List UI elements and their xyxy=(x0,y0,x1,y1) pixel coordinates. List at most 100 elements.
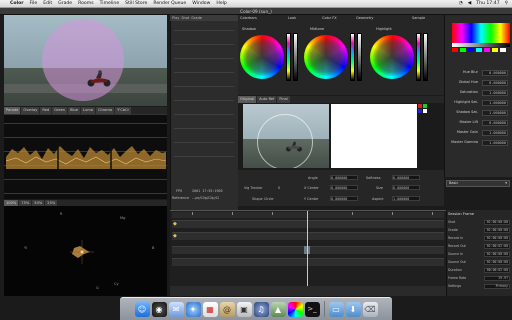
spotlight-icon[interactable]: ⚲ xyxy=(505,1,508,6)
shadow-luma-slider[interactable] xyxy=(293,33,298,81)
downloads-icon[interactable]: ⬇ xyxy=(345,301,361,317)
tab-colorbars[interactable]: Colorbars xyxy=(240,16,257,20)
tab-grade[interactable]: Grade xyxy=(191,15,202,21)
menu-grade[interactable]: Grade xyxy=(58,1,72,6)
softness-field[interactable]: 0.000000 xyxy=(392,175,420,180)
tab-green[interactable]: Green xyxy=(52,107,68,114)
menu-timeline[interactable]: Timeline xyxy=(100,1,120,6)
saturation-field[interactable]: 1.000000 xyxy=(482,90,508,96)
swatch-magenta[interactable] xyxy=(484,48,490,52)
tab-sample[interactable]: Sample xyxy=(412,16,425,20)
chip-red[interactable] xyxy=(418,104,422,108)
dashboard-icon[interactable]: ◉ xyxy=(151,301,167,317)
tab-luma[interactable]: Luma xyxy=(81,107,95,114)
y-center-field[interactable]: 0.000000 xyxy=(330,196,358,201)
aspect-field[interactable]: 1.000000 xyxy=(392,196,420,201)
size-field[interactable]: 0.000000 xyxy=(392,185,420,190)
terminal-icon[interactable]: >_ xyxy=(304,301,320,317)
shadow-hue-slider[interactable] xyxy=(286,33,291,81)
folder-icon[interactable]: ▭ xyxy=(328,301,344,317)
menu-help[interactable]: Help xyxy=(216,1,226,6)
shadow-color-wheel[interactable] xyxy=(240,35,284,79)
swatch-cyan[interactable] xyxy=(476,48,482,52)
x-center-field[interactable]: 0.000000 xyxy=(330,185,358,190)
tab-overlay[interactable]: Overlay xyxy=(21,107,40,114)
tab-shot[interactable]: Shot xyxy=(181,15,189,21)
chip-white[interactable] xyxy=(423,109,427,113)
tab-play[interactable]: Play xyxy=(172,15,179,21)
track-lock-icon[interactable]: ◆ xyxy=(173,221,177,227)
tab-final[interactable]: Final xyxy=(277,96,290,103)
swatch-white[interactable] xyxy=(500,48,506,52)
color-app-icon[interactable] xyxy=(287,301,303,317)
swatch-green[interactable] xyxy=(460,48,466,52)
iphoto-icon[interactable]: ▲ xyxy=(270,301,286,317)
master-gamma-field[interactable]: 1.000000 xyxy=(482,140,508,146)
finder-icon[interactable]: ☺ xyxy=(134,301,150,317)
swatch-red[interactable] xyxy=(452,48,458,52)
highlight-hue-slider[interactable] xyxy=(416,33,421,81)
tab-chroma[interactable]: Chroma xyxy=(95,107,115,114)
luma-palette[interactable] xyxy=(452,43,510,47)
track-visibility-icon[interactable]: ◆ xyxy=(173,233,177,239)
shadow-sat-field[interactable]: 1.000000 xyxy=(482,110,508,116)
menu-edit[interactable]: Edit xyxy=(43,1,52,6)
timeline-scrollbar[interactable] xyxy=(170,286,446,296)
mail-icon[interactable]: ✉ xyxy=(168,301,184,317)
swatch-blue[interactable] xyxy=(468,48,474,52)
vignette-preview[interactable] xyxy=(243,104,329,168)
menu-rooms[interactable]: Rooms xyxy=(78,1,93,6)
menu-render-queue[interactable]: Render Queue xyxy=(153,1,186,6)
tab-color-fx[interactable]: Color FX xyxy=(322,16,337,20)
clock[interactable]: Thu 17:47 xyxy=(476,1,499,6)
hue-blur-field[interactable]: 0.000000 xyxy=(482,70,508,76)
safari-icon[interactable]: ✦ xyxy=(185,301,201,317)
tracker-value[interactable]: 0 xyxy=(278,186,280,190)
tab-geometry[interactable]: Geometry xyxy=(356,16,373,20)
preview-tabs: Original Auto Ref Final xyxy=(238,96,444,103)
ical-icon[interactable]: ▦ xyxy=(202,301,218,317)
address-book-icon[interactable]: @ xyxy=(219,301,235,317)
tab-parade[interactable]: Parade xyxy=(4,107,21,114)
vignette-overlay[interactable] xyxy=(42,19,124,101)
menu-app-name[interactable]: Color xyxy=(10,1,24,6)
reference-field[interactable]: ...pe/Clip/Clip/Cl xyxy=(192,196,219,200)
menu-window[interactable]: Window xyxy=(192,1,210,6)
timecode-field[interactable]: 2001 17:55:1905 xyxy=(192,189,223,193)
highlight-sat-field[interactable]: 1.000000 xyxy=(482,100,508,106)
angle-field[interactable]: 0.000000 xyxy=(330,175,358,180)
master-lift-field[interactable]: 0.000000 xyxy=(482,120,508,126)
wifi-icon[interactable]: ◔ xyxy=(459,1,463,6)
timeline-track-4[interactable] xyxy=(172,258,444,266)
midtone-color-wheel[interactable] xyxy=(304,35,348,79)
chip-green[interactable] xyxy=(423,104,427,108)
master-gain-field[interactable]: 1.000000 xyxy=(482,130,508,136)
itunes-icon[interactable]: ♫ xyxy=(253,301,269,317)
tab-blue[interactable]: Blue xyxy=(68,107,81,114)
menu-still-store[interactable]: Still Store xyxy=(125,1,147,6)
swatch-yellow[interactable] xyxy=(492,48,498,52)
midtone-hue-slider[interactable] xyxy=(350,33,355,81)
shape-value[interactable]: Circle xyxy=(264,197,274,201)
trash-icon[interactable]: ⌫ xyxy=(362,301,378,317)
timeline-track-1[interactable] xyxy=(172,220,444,228)
chip-blue[interactable] xyxy=(418,109,422,113)
matte-preview[interactable] xyxy=(331,104,417,168)
tab-ycbcr[interactable]: Y'CbCr xyxy=(115,107,132,114)
hue-palette[interactable] xyxy=(452,23,510,43)
tab-red[interactable]: Red xyxy=(40,107,52,114)
global-hue-field[interactable]: 0.000000 xyxy=(482,80,508,86)
timeline-ruler[interactable] xyxy=(172,212,444,218)
timeline-track-2[interactable] xyxy=(172,232,444,240)
tab-look[interactable]: Look xyxy=(288,16,296,20)
highlight-color-wheel[interactable] xyxy=(370,35,414,79)
highlight-luma-slider[interactable] xyxy=(423,33,428,81)
midtone-luma-slider[interactable] xyxy=(357,33,362,81)
menu-file[interactable]: File xyxy=(30,1,38,6)
tab-auto-ref[interactable]: Auto Ref xyxy=(257,96,277,103)
tab-original[interactable]: Original xyxy=(238,96,257,103)
volume-icon[interactable]: ◀ xyxy=(468,1,472,6)
preview-icon[interactable]: ▣ xyxy=(236,301,252,317)
mode-dropdown[interactable]: Basic ▾ xyxy=(446,180,510,187)
playhead[interactable] xyxy=(307,211,308,296)
